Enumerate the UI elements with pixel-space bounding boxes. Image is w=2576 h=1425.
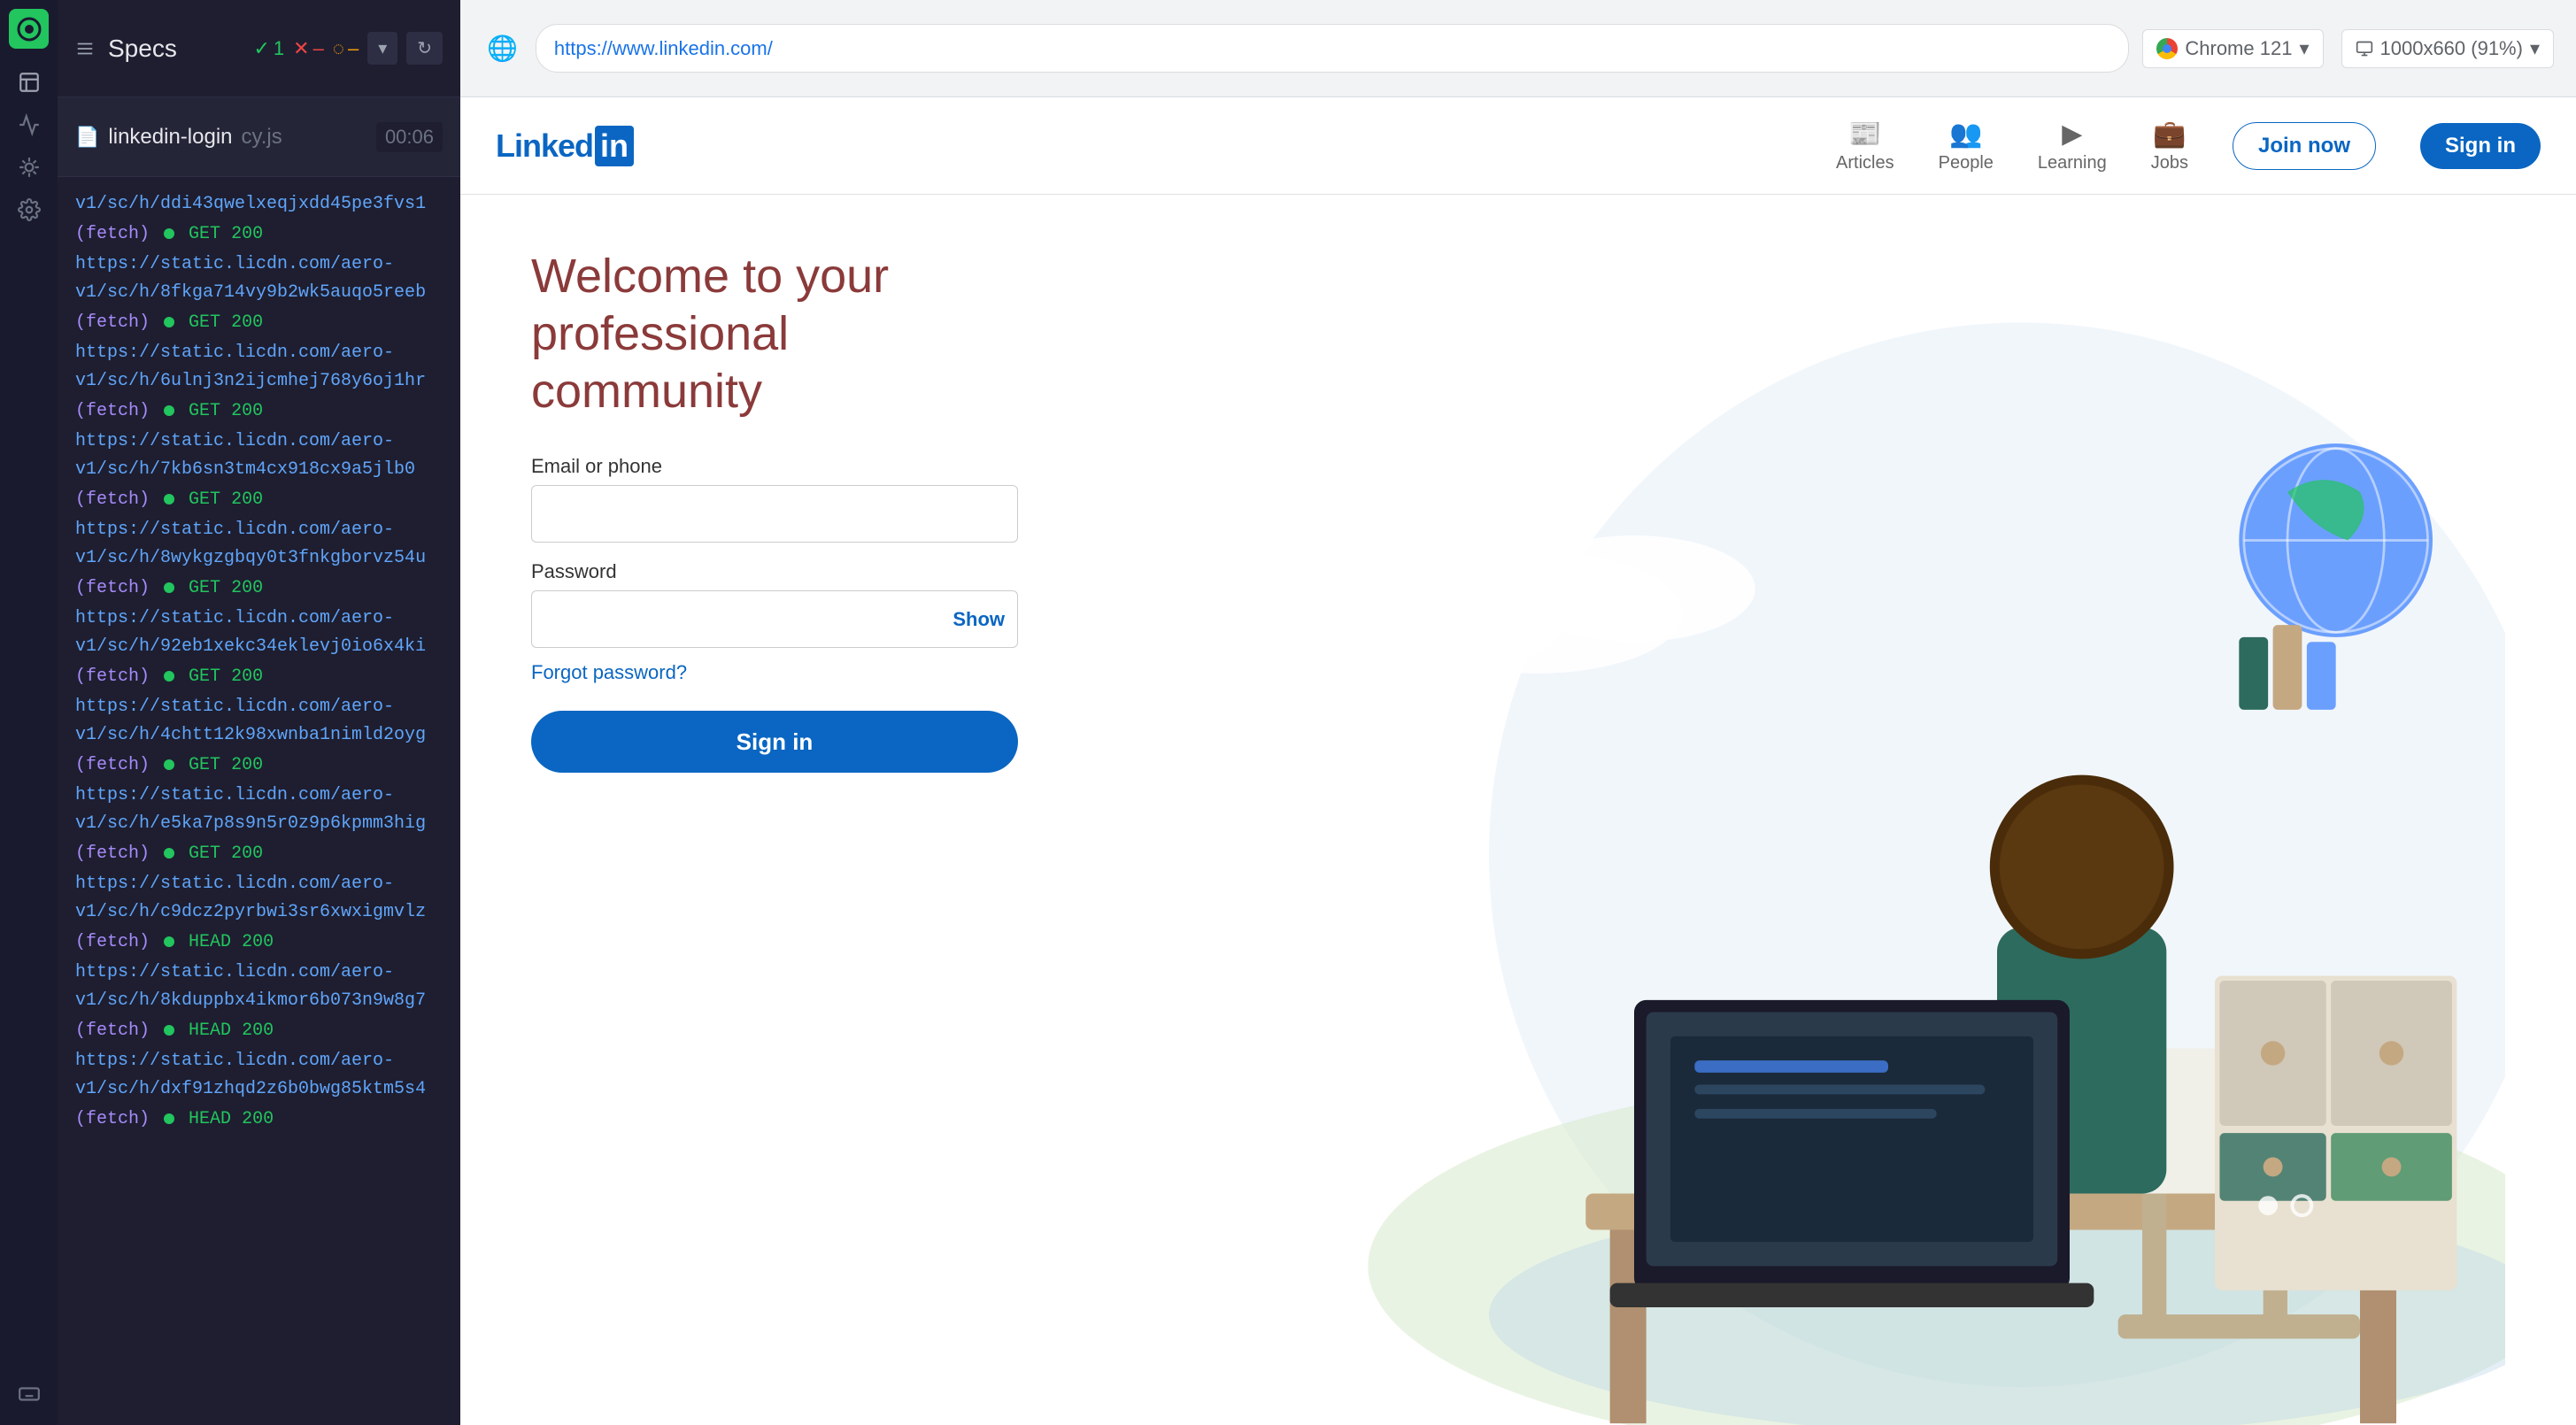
pending-badge: ◌ – (333, 37, 359, 60)
email-label: Email or phone (531, 455, 1018, 478)
log-line: https://static.licdn.com/aero-v1/sc/h/c9… (75, 870, 443, 927)
sidebar-item-keyboard[interactable] (12, 1376, 47, 1412)
cypress-panel: Specs ✓ 1 ✕ – ◌ – ▾ ↻ 📄 linkedin-login c… (0, 0, 460, 1425)
log-line: (fetch) HEAD 200 (75, 928, 443, 957)
resolution-icon (2356, 40, 2373, 58)
cypress-logo[interactable] (9, 9, 49, 49)
fail-badge: ✕ – (293, 37, 324, 60)
linkedin-logo[interactable]: Linked in (496, 126, 634, 166)
signin-nav-button[interactable]: Sign in (2420, 123, 2541, 169)
log-line: https://static.licdn.com/aero-v1/sc/h/8f… (75, 250, 443, 307)
chrome-dropdown-icon[interactable]: ▾ (2299, 37, 2309, 60)
file-icon: 📄 (75, 126, 99, 149)
forgot-password-link[interactable]: Forgot password? (531, 661, 687, 684)
browser-panel: 🌐 https://www.linkedin.com/ Chrome 121 ▾… (460, 0, 2576, 1425)
log-line: v1/sc/h/ddi43qwelxeqjxdd45pe3fvs1 (75, 190, 443, 219)
test-file-bar: 📄 linkedin-login cy.js 00:06 (58, 97, 460, 177)
log-line: https://static.licdn.com/aero-v1/sc/h/7k… (75, 428, 443, 484)
log-area: v1/sc/h/ddi43qwelxeqjxdd45pe3fvs1 (fetch… (58, 177, 460, 1425)
address-bar[interactable]: https://www.linkedin.com/ (536, 24, 2130, 73)
log-line: https://static.licdn.com/aero-v1/sc/h/4c… (75, 693, 443, 750)
nav-people[interactable]: 👥 People (1939, 119, 1994, 173)
main-panel: Specs ✓ 1 ✕ – ◌ – ▾ ↻ 📄 linkedin-login c… (58, 0, 460, 1425)
jobs-icon: 💼 (2153, 119, 2186, 150)
log-line: (fetch) GET 200 (75, 397, 443, 426)
logo-linked: Linked (496, 127, 593, 165)
nav-globe-icon[interactable]: 🌐 (482, 29, 522, 67)
linkedin-content: Linked in 📰 Articles 👥 People ▶ Learning… (460, 97, 2576, 1425)
sidebar-item-specs[interactable] (12, 65, 47, 100)
log-line: https://static.licdn.com/aero-v1/sc/h/6u… (75, 339, 443, 396)
refresh-button[interactable]: ↻ (406, 32, 443, 65)
test-timer: 00:06 (376, 122, 443, 152)
log-line: (fetch) GET 200 (75, 751, 443, 780)
signin-submit-button[interactable]: Sign in (531, 711, 1018, 773)
log-line: https://static.licdn.com/aero-v1/sc/h/8w… (75, 516, 443, 573)
join-now-button[interactable]: Join now (2233, 122, 2376, 170)
address-url: https://www.linkedin.com/ (554, 37, 2111, 60)
linkedin-nav: Linked in 📰 Articles 👥 People ▶ Learning… (460, 97, 2576, 195)
nav-articles[interactable]: 📰 Articles (1836, 119, 1894, 173)
browser-info: Chrome 121 ▾ 1000x660 (91%) ▾ (2142, 29, 2554, 68)
log-line: https://static.licdn.com/aero-v1/sc/h/92… (75, 605, 443, 661)
log-line: (fetch) GET 200 (75, 220, 443, 249)
resolution-text: 1000x660 (91%) (2380, 37, 2523, 60)
chrome-version: Chrome 121 (2185, 37, 2292, 60)
log-line: (fetch) GET 200 (75, 486, 443, 514)
log-line: (fetch) HEAD 200 (75, 1017, 443, 1045)
chrome-badge: Chrome 121 ▾ (2142, 29, 2323, 68)
dropdown-button[interactable]: ▾ (367, 32, 397, 65)
specs-header: Specs ✓ 1 ✕ – ◌ – ▾ ↻ (58, 0, 460, 97)
chrome-icon (2156, 38, 2178, 59)
resolution-badge: 1000x660 (91%) ▾ (2341, 29, 2555, 68)
email-input[interactable] (531, 485, 1018, 543)
people-label: People (1939, 153, 1994, 173)
nav-learning[interactable]: ▶ Learning (2038, 119, 2107, 173)
linkedin-main: Welcome to your professional community E… (460, 195, 2576, 1425)
specs-icon (75, 39, 95, 58)
log-line: https://static.licdn.com/aero-v1/sc/h/dx… (75, 1047, 443, 1104)
log-line: (fetch) GET 200 (75, 663, 443, 691)
log-line: (fetch) GET 200 (75, 840, 443, 868)
learning-label: Learning (2038, 153, 2107, 173)
show-password-button[interactable]: Show (953, 608, 1005, 631)
sidebar-item-settings[interactable] (12, 192, 47, 227)
cypress-sidebar (0, 0, 58, 1425)
test-file-ext: cy.js (242, 125, 282, 150)
log-line: https://static.licdn.com/aero-v1/sc/h/8k… (75, 959, 443, 1015)
nav-items: 📰 Articles 👥 People ▶ Learning 💼 Jobs Jo… (1836, 119, 2541, 173)
specs-title: Specs (108, 35, 177, 63)
log-line: (fetch) GET 200 (75, 574, 443, 603)
learning-icon: ▶ (2062, 119, 2082, 150)
resolution-dropdown-icon[interactable]: ▾ (2530, 37, 2540, 60)
browser-toolbar: 🌐 https://www.linkedin.com/ Chrome 121 ▾… (460, 0, 2576, 97)
password-wrapper: Show (531, 590, 1018, 648)
nav-jobs[interactable]: 💼 Jobs (2151, 119, 2188, 173)
people-icon: 👥 (1949, 119, 1982, 150)
login-form: Welcome to your professional community E… (531, 248, 1018, 1425)
test-file-name: linkedin-login (108, 125, 232, 150)
log-line: https://static.licdn.com/aero-v1/sc/h/e5… (75, 782, 443, 838)
specs-controls: ✓ 1 ✕ – ◌ – ▾ ↻ (253, 32, 443, 65)
welcome-title: Welcome to your professional community (531, 248, 1018, 420)
logo-in: in (595, 126, 634, 166)
log-line: (fetch) GET 200 (75, 309, 443, 337)
illustration (1053, 248, 2505, 1425)
sidebar-item-debug[interactable] (12, 150, 47, 185)
articles-icon: 📰 (1848, 119, 1881, 150)
password-input[interactable] (531, 590, 1018, 648)
sidebar-item-runs[interactable] (12, 107, 47, 142)
password-label: Password (531, 560, 1018, 583)
articles-label: Articles (1836, 153, 1894, 173)
log-line: (fetch) HEAD 200 (75, 1105, 443, 1134)
pass-badge: ✓ 1 (253, 37, 284, 60)
illustration-svg (1053, 248, 2505, 1425)
jobs-label: Jobs (2151, 153, 2188, 173)
